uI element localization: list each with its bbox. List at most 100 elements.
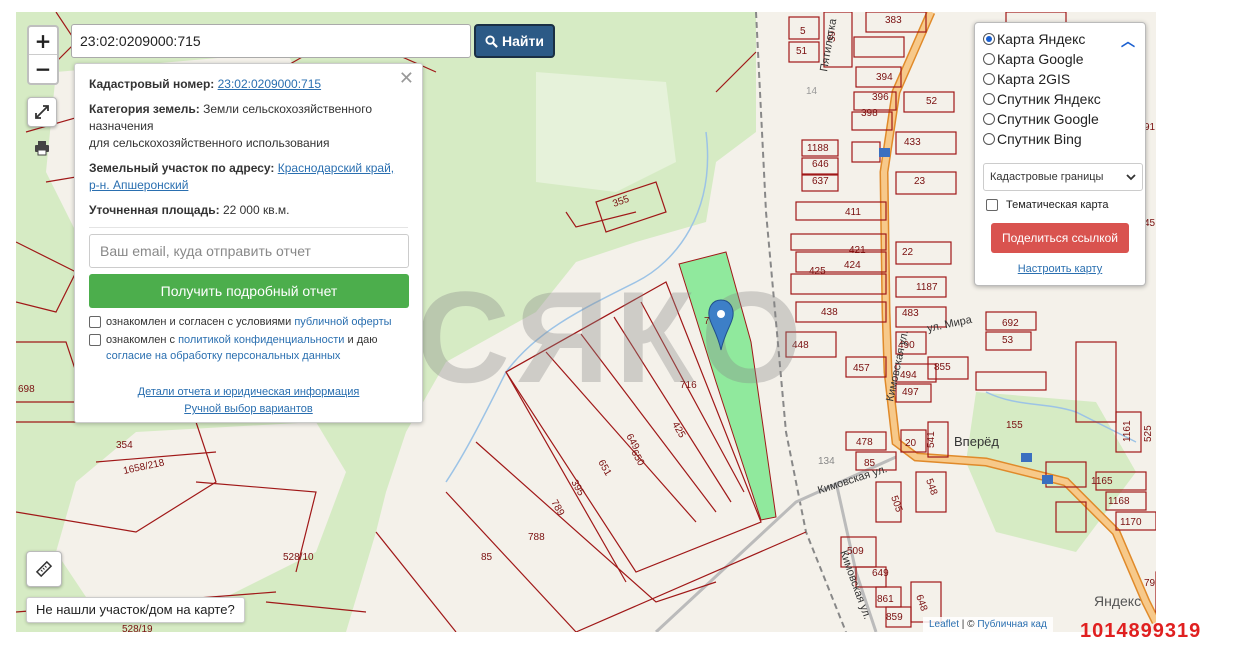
category-label: Категория земель: — [89, 102, 200, 116]
manual-selection-link[interactable]: Ручной выбор вариантов — [184, 403, 312, 415]
parcel-label: 23 — [914, 176, 926, 187]
layer-option-2gis-map[interactable]: Карта 2GIS — [983, 69, 1137, 89]
chevron-down-icon — [1126, 174, 1136, 181]
parcel-label: 53 — [1002, 335, 1014, 346]
app-root: 355 716 425 649 650 651 395 789 788 85 3… — [0, 0, 1251, 650]
parcel-label: 483 — [902, 308, 919, 319]
cadastral-source-link[interactable]: Публичная кад — [977, 619, 1046, 630]
overlay-select[interactable]: Кадастровые границы — [983, 163, 1143, 191]
measure-button[interactable] — [26, 551, 62, 587]
address-row: Земельный участок по адресу: Краснодарск… — [89, 160, 408, 194]
parcel-label: 861 — [877, 594, 894, 605]
attribution-separator: | © — [959, 619, 978, 630]
parcel-label: 1170 — [1120, 517, 1142, 528]
layer-radio[interactable] — [983, 73, 995, 85]
chevron-up-icon[interactable]: ︿ — [1121, 31, 1135, 51]
leaflet-link[interactable]: Leaflet — [929, 619, 959, 630]
cadastral-label: Кадастровый номер: — [89, 77, 215, 91]
area-value: 22 000 кв.м. — [222, 203, 290, 217]
parcel-label: 797 — [1144, 578, 1156, 589]
parcel-label: 433 — [904, 137, 921, 148]
parcel-label: 788 — [528, 532, 545, 543]
parcel-label: 505 — [888, 494, 904, 514]
agree-privacy-checkbox[interactable] — [89, 334, 101, 346]
parcel-label: 648 — [913, 593, 929, 613]
street-label: Кимовская ул. — [837, 549, 873, 621]
layer-radio[interactable] — [983, 93, 995, 105]
category-row: Категория земель: Земли сельскохозяйстве… — [89, 101, 408, 152]
zoom-in-button[interactable]: + — [29, 27, 57, 55]
zoom-out-button[interactable]: − — [29, 55, 57, 83]
email-input[interactable]: Ваш email, куда отправить отчет — [89, 234, 409, 268]
print-button[interactable] — [27, 133, 57, 163]
close-icon[interactable]: ✕ — [399, 68, 414, 89]
layer-radio[interactable] — [983, 133, 995, 145]
find-button[interactable]: Найти — [474, 24, 555, 58]
parcel-label: 395 — [568, 478, 586, 498]
thematic-map-checkbox[interactable] — [986, 199, 998, 211]
not-found-button[interactable]: Не нашли участок/дом на карте? — [26, 597, 245, 623]
parcel-label: 383 — [885, 15, 902, 26]
parcel-label: 411 — [845, 207, 861, 218]
layer-option-bing-satellite[interactable]: Спутник Bing — [983, 129, 1137, 149]
parcel-label: 494 — [900, 370, 917, 381]
thematic-map-row: Тематическая карта — [983, 199, 1137, 211]
parcel-label: 14 — [806, 86, 818, 97]
share-link-button[interactable]: Поделиться ссылкой — [991, 223, 1129, 253]
parcel-label: 1187 — [916, 282, 938, 293]
search-icon — [485, 34, 498, 48]
address-label: Земельный участок по адресу: — [89, 161, 275, 175]
layer-radio[interactable] — [983, 113, 995, 125]
personal-data-consent-link[interactable]: согласие на обработку персональных данны… — [106, 350, 340, 362]
fullscreen-button[interactable] — [27, 97, 57, 127]
parcel-label: 354 — [116, 440, 133, 451]
layer-label: Спутник Bing — [997, 131, 1082, 147]
configure-map-link[interactable]: Настроить карту — [983, 263, 1137, 275]
map-attribution: Leaflet | © Публичная кад — [923, 617, 1053, 633]
overlay-select-value: Кадастровые границы — [990, 171, 1104, 183]
get-report-button[interactable]: Получить подробный отчет — [89, 274, 409, 308]
parcel-label: 398 — [861, 108, 878, 119]
layer-option-yandex-map[interactable]: Карта Яндекс — [983, 29, 1137, 49]
privacy-policy-link[interactable]: политикой конфиденциальности — [178, 334, 344, 346]
parcel-label: 637 — [812, 176, 829, 187]
parcel-label: 424 — [844, 260, 861, 271]
parcel-label: 859 — [886, 612, 903, 623]
parcel-label: 649 — [872, 568, 889, 579]
layer-option-yandex-satellite[interactable]: Спутник Яндекс — [983, 89, 1137, 109]
street-label: Яндекс — [1094, 593, 1141, 609]
parcel-label: 1161 — [1122, 420, 1133, 442]
parcel-label: 1165 — [1091, 476, 1113, 487]
zoom-control: + − — [27, 25, 59, 85]
ruler-icon — [35, 560, 53, 578]
parcel-label: 855 — [934, 362, 951, 373]
road-shield-icon — [1021, 453, 1032, 462]
layer-option-google-map[interactable]: Карта Google — [983, 49, 1137, 69]
parcel-label: 425 — [669, 420, 687, 440]
agree-privacy-label: ознакомлен с — [106, 334, 176, 346]
layer-label: Спутник Google — [997, 111, 1099, 127]
parcel-label: 692 — [1002, 318, 1019, 329]
category-value-2: для сельскохозяйственного использования — [89, 136, 330, 150]
area-label: Уточненная площадь: — [89, 203, 220, 217]
parcel-label: 497 — [902, 387, 919, 398]
agree-offer-checkbox[interactable] — [89, 316, 101, 328]
public-offer-link[interactable]: публичной оферты — [294, 316, 391, 328]
parcel-label: 155 — [1006, 420, 1023, 431]
listing-id: 1014899319 — [1080, 620, 1202, 642]
layer-radio[interactable] — [983, 53, 995, 65]
search-input[interactable]: 23:02:0209000:715 — [71, 24, 471, 58]
agree-offer-text: ознакомлен и согласен с условиями публич… — [106, 314, 392, 330]
watermark: СЯКО — [416, 264, 808, 410]
layer-label: Спутник Яндекс — [997, 91, 1101, 107]
parcel-info-panel: ✕ Кадастровый номер: 23:02:0209000:715 К… — [74, 63, 423, 423]
layer-option-google-satellite[interactable]: Спутник Google — [983, 109, 1137, 129]
parcel-label: 646 — [812, 159, 829, 170]
layer-radio[interactable] — [983, 33, 995, 45]
cadastral-number-link[interactable]: 23:02:0209000:715 — [218, 77, 321, 91]
expand-icon — [35, 105, 49, 119]
divider — [89, 227, 408, 228]
parcel-label: 1168 — [1108, 496, 1130, 507]
report-details-link[interactable]: Детали отчета и юридическая информация — [138, 386, 360, 398]
parcel-label: 425 — [809, 266, 826, 277]
